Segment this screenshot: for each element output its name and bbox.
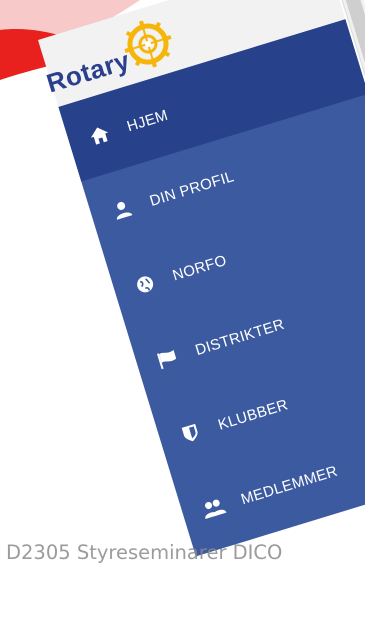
nav-label: MEDLEMMER bbox=[238, 462, 340, 508]
nav-label: HJEM bbox=[124, 106, 170, 135]
footer-caption: D2305 Styreseminarer DICO bbox=[6, 541, 283, 564]
flag-icon bbox=[154, 345, 181, 372]
shield-icon bbox=[177, 420, 204, 447]
nav-label: DISTRIKTER bbox=[193, 315, 287, 359]
home-icon bbox=[86, 121, 113, 148]
nav-label: KLUBBER bbox=[215, 395, 290, 434]
user-icon bbox=[109, 196, 136, 223]
main-nav: HJEM DIN PROFIL NORFO DISTRIKTER KLUBBER bbox=[58, 19, 365, 557]
nav-label: DIN PROFIL bbox=[147, 167, 236, 210]
globe-icon bbox=[131, 271, 158, 298]
users-icon bbox=[200, 494, 227, 521]
app-panel: Rotary HJEM DIN PROFIL NORFO DISTRIKTER … bbox=[38, 0, 365, 557]
nav-label: NORFO bbox=[170, 251, 229, 285]
